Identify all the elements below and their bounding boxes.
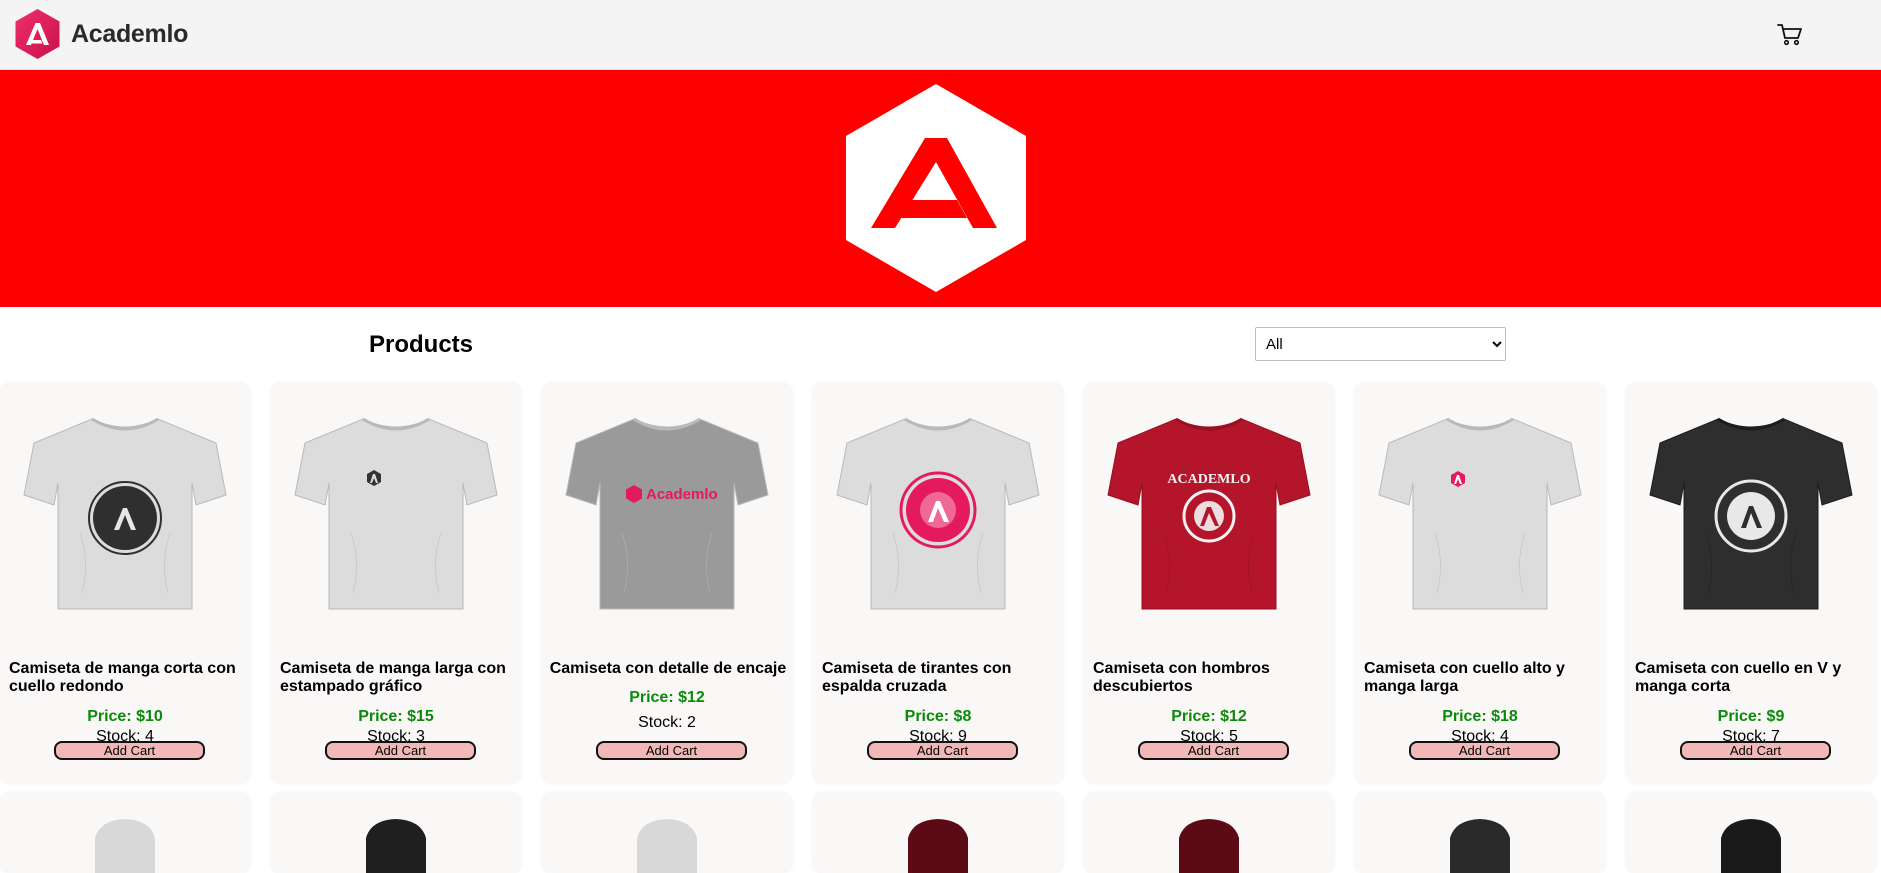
product-price: Price: $15 (358, 708, 434, 725)
product-image[interactable] (1646, 413, 1856, 613)
product-price: Price: $12 (629, 689, 705, 706)
product-image[interactable] (20, 413, 230, 613)
add-cart-button[interactable]: Add Cart (867, 741, 1018, 760)
add-cart-button[interactable]: Add Cart (1138, 741, 1289, 760)
products-title: Products (369, 331, 474, 358)
product-card[interactable] (1626, 793, 1876, 873)
tshirt-image (1378, 417, 1582, 610)
product-card[interactable]: Camiseta de manga larga con estampado gr… (271, 383, 521, 783)
product-card[interactable] (1084, 793, 1334, 873)
product-card[interactable]: Academlo Camiseta con detalle de encaje Pr… (542, 383, 792, 783)
product-title[interactable]: Camiseta con cuello en V y manga corta (1635, 660, 1871, 696)
product-image[interactable] (1375, 413, 1585, 613)
product-image[interactable]: Academlo (562, 413, 772, 613)
product-image[interactable]: ACADEMLO (1104, 413, 1314, 613)
product-card[interactable]: Camiseta de tirantes con espalda cruzada… (813, 383, 1063, 783)
product-card[interactable]: ACADEMLO Camiseta con hombros descubierto… (1084, 383, 1334, 783)
hoodie-image[interactable] (0, 793, 250, 873)
add-cart-button[interactable]: Add Cart (1680, 741, 1831, 760)
svg-text:ACADEMLO: ACADEMLO (1167, 472, 1250, 487)
product-card[interactable] (542, 793, 792, 873)
academlo-hero-logo-icon (846, 84, 1026, 292)
tshirt-image (1649, 417, 1853, 610)
product-title[interactable]: Camiseta con cuello alto y manga larga (1364, 660, 1600, 696)
product-title[interactable]: Camiseta de manga corta con cuello redon… (9, 660, 245, 696)
product-title[interactable]: Camiseta con detalle de encaje (548, 660, 788, 678)
add-cart-button[interactable]: Add Cart (1409, 741, 1560, 760)
product-stock: Stock: 2 (638, 714, 696, 731)
product-image[interactable] (833, 413, 1043, 613)
product-price: Price: $8 (904, 708, 972, 725)
cart-icon (1777, 24, 1802, 46)
cart-button[interactable] (1776, 20, 1804, 48)
product-price: Price: $10 (87, 708, 163, 725)
tshirt-image (23, 417, 227, 610)
product-image[interactable] (291, 413, 501, 613)
product-price: Price: $18 (1442, 708, 1518, 725)
hoodie-image[interactable] (271, 793, 521, 873)
product-card[interactable] (0, 793, 250, 873)
add-cart-button[interactable]: Add Cart (325, 741, 476, 760)
brand-name: Academlo (71, 19, 189, 48)
brand[interactable]: Academlo (14, 8, 188, 60)
top-navbar: Academlo (0, 0, 1881, 70)
hoodie-image[interactable] (542, 793, 792, 873)
category-filter-select[interactable]: All (1255, 327, 1506, 361)
product-title[interactable]: Camiseta de tirantes con espalda cruzada (822, 660, 1058, 696)
hoodie-image[interactable] (1355, 793, 1605, 873)
product-card[interactable]: Camiseta con cuello en V y manga corta Pr… (1626, 383, 1876, 783)
product-card[interactable] (1355, 793, 1605, 873)
hoodie-image[interactable] (1626, 793, 1876, 873)
hoodie-image[interactable] (1084, 793, 1334, 873)
tshirt-image (836, 417, 1040, 610)
tshirt-image: ACADEMLO (1107, 417, 1311, 610)
product-card[interactable]: Camiseta de manga corta con cuello redon… (0, 383, 250, 783)
add-cart-button[interactable]: Add Cart (54, 741, 205, 760)
hero-banner (0, 70, 1881, 307)
tshirt-image: Academlo (565, 417, 769, 610)
hoodie-image[interactable] (813, 793, 1063, 873)
tshirt-image (294, 417, 498, 610)
add-cart-button[interactable]: Add Cart (596, 741, 747, 760)
academlo-logo-icon (15, 9, 60, 59)
product-title[interactable]: Camiseta de manga larga con estampado gr… (280, 660, 516, 696)
product-price: Price: $9 (1717, 708, 1785, 725)
product-title[interactable]: Camiseta con hombros descubiertos (1093, 660, 1329, 696)
product-card[interactable] (813, 793, 1063, 873)
product-price: Price: $12 (1171, 708, 1247, 725)
product-card[interactable] (271, 793, 521, 873)
svg-text:Academlo: Academlo (646, 486, 718, 503)
product-card[interactable]: Camiseta con cuello alto y manga larga Pr… (1355, 383, 1605, 783)
